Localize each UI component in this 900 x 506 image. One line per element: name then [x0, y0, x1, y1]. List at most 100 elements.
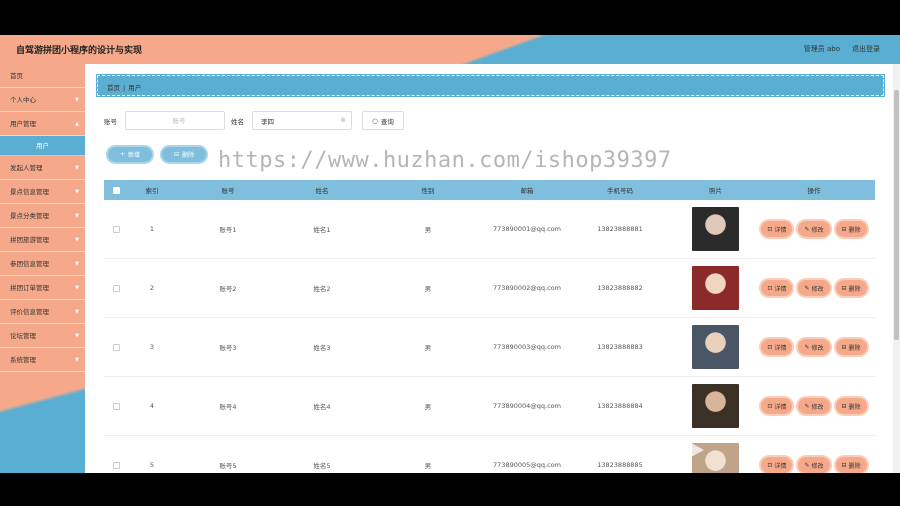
scrollbar-thumb[interactable] [894, 90, 899, 340]
edit-button-label: 修改 [811, 462, 824, 470]
row-checkbox[interactable] [112, 402, 120, 410]
cell-gender: 男 [424, 403, 432, 411]
clear-icon[interactable]: ⊗ [340, 116, 346, 124]
delete-button[interactable]: ⊟ 删除 [835, 280, 867, 296]
edit-button[interactable]: ✎ 修改 [798, 457, 830, 473]
account-input[interactable] [125, 111, 225, 130]
delete-button-label: 删除 [848, 403, 861, 411]
delete-button[interactable]: ⊟ 删除 [835, 221, 867, 237]
video-play-icon [682, 438, 704, 462]
chevron-down-icon: ▼ [75, 189, 79, 195]
sidebar-item-users[interactable]: 用户管理 ▲ [0, 112, 85, 136]
add-button[interactable]: + 新增 [108, 147, 153, 162]
cell-name: 姓名5 [313, 462, 331, 470]
query-button-label: 查询 [380, 117, 394, 126]
chevron-up-icon: ▲ [75, 121, 79, 127]
breadcrumb-home[interactable]: 首页 [107, 84, 120, 92]
row-checkbox[interactable] [112, 284, 120, 292]
delete-button[interactable]: ⊟ 删除 [835, 457, 867, 473]
cell-account: 账号5 [219, 462, 237, 470]
row-checkbox[interactable] [112, 461, 120, 469]
detail-button-label: 详情 [774, 403, 787, 411]
breadcrumb-current: 用户 [128, 84, 142, 92]
cell-email: 773890002@qq.com [493, 284, 561, 292]
top-bar: 自驾游拼团小程序的设计与实现 管理员 abo 退出登录 [0, 35, 900, 64]
header-photo: 照片 [709, 187, 722, 195]
app-title: 自驾游拼团小程序的设计与实现 [16, 46, 143, 56]
user-photo[interactable] [692, 325, 739, 369]
sidebar-subitem-user[interactable]: 用户 [0, 136, 85, 156]
row-checkbox[interactable] [112, 343, 120, 351]
document-icon: ⊡ [767, 284, 773, 292]
select-all-checkbox[interactable] [112, 186, 120, 194]
document-icon: ⊡ [767, 461, 773, 469]
delete-button-label: 删除 [848, 226, 861, 234]
user-photo[interactable] [692, 266, 739, 310]
sidebar-item-profile[interactable]: 个人中心 ▼ [0, 88, 85, 112]
breadcrumb: 首页 | 用户 [96, 74, 885, 97]
edit-button[interactable]: ✎ 修改 [798, 339, 830, 355]
sidebar-item-label: 论坛管理 [10, 332, 36, 340]
cell-phone: 13823888885 [597, 461, 643, 469]
detail-button[interactable]: ⊡ 详情 [761, 280, 793, 296]
name-input[interactable] [252, 111, 352, 130]
edit-button[interactable]: ✎ 修改 [798, 280, 830, 296]
sidebar-item-spot-categories[interactable]: 景点分类管理 ▼ [0, 204, 85, 228]
sidebar-item-reviews[interactable]: 评价信息管理 ▼ [0, 300, 85, 324]
cell-name: 姓名4 [313, 403, 331, 411]
chevron-down-icon: ▼ [75, 165, 79, 171]
delete-button[interactable]: ⊟ 删除 [835, 339, 867, 355]
detail-button[interactable]: ⊡ 详情 [761, 221, 793, 237]
document-icon: ⊡ [767, 225, 773, 233]
delete-selected-button[interactable]: ⊟ 删除 [162, 147, 207, 162]
detail-button[interactable]: ⊡ 详情 [761, 398, 793, 414]
cell-phone: 13823888881 [597, 225, 643, 233]
pencil-icon: ✎ [804, 225, 810, 233]
delete-button[interactable]: ⊟ 删除 [835, 398, 867, 414]
sidebar-item-system[interactable]: 系统管理 ▼ [0, 348, 85, 372]
user-label[interactable]: 管理员 abo [804, 44, 840, 54]
detail-button[interactable]: ⊡ 详情 [761, 339, 793, 355]
cell-phone: 13823888882 [597, 284, 643, 292]
sidebar-item-label: 景点信息管理 [10, 188, 49, 196]
trash-icon: ⊟ [841, 402, 847, 410]
plus-icon: + [120, 151, 126, 158]
add-button-label: 新增 [128, 152, 141, 159]
document-icon: ⊡ [767, 343, 773, 351]
detail-button-label: 详情 [774, 344, 787, 352]
cell-phone: 13823888884 [597, 402, 643, 410]
sidebar-item-home[interactable]: 首页 [0, 64, 85, 88]
chevron-down-icon: ▼ [75, 309, 79, 315]
sidebar-item-participants[interactable]: 参团信息管理 ▼ [0, 252, 85, 276]
cell-index: 5 [149, 461, 155, 469]
header-ops: 操作 [807, 187, 821, 195]
sidebar-item-group-tours[interactable]: 拼团旅游管理 ▼ [0, 228, 85, 252]
edit-button[interactable]: ✎ 修改 [798, 221, 830, 237]
trash-icon: ⊟ [174, 151, 180, 158]
cell-phone: 13823888883 [597, 343, 643, 351]
user-photo[interactable] [692, 384, 739, 428]
logout-link[interactable]: 退出登录 [852, 44, 880, 54]
trash-icon: ⊟ [841, 225, 847, 233]
chevron-down-icon: ▼ [75, 285, 79, 291]
sidebar-item-forum[interactable]: 论坛管理 ▼ [0, 324, 85, 348]
row-checkbox[interactable] [112, 225, 120, 233]
header-phone: 手机号码 [607, 187, 633, 195]
cell-account: 账号3 [219, 344, 237, 352]
edit-button[interactable]: ✎ 修改 [798, 398, 830, 414]
detail-button-label: 详情 [774, 226, 787, 234]
detail-button[interactable]: ⊡ 详情 [761, 457, 793, 473]
sidebar-item-initiators[interactable]: 发起人管理 ▼ [0, 156, 85, 180]
chevron-down-icon: ▼ [75, 333, 79, 339]
edit-button-label: 修改 [811, 285, 824, 293]
query-button[interactable]: ○ 查询 [362, 111, 404, 130]
cell-email: 773890004@qq.com [493, 402, 561, 410]
pencil-icon: ✎ [804, 343, 810, 351]
header-index: 索引 [145, 187, 159, 195]
scrollbar[interactable] [893, 64, 900, 473]
cell-account: 账号4 [219, 403, 237, 411]
user-photo[interactable] [692, 207, 739, 251]
sidebar-item-spots[interactable]: 景点信息管理 ▼ [0, 180, 85, 204]
trash-icon: ⊟ [841, 461, 847, 469]
sidebar-item-orders[interactable]: 拼团订单管理 ▼ [0, 276, 85, 300]
